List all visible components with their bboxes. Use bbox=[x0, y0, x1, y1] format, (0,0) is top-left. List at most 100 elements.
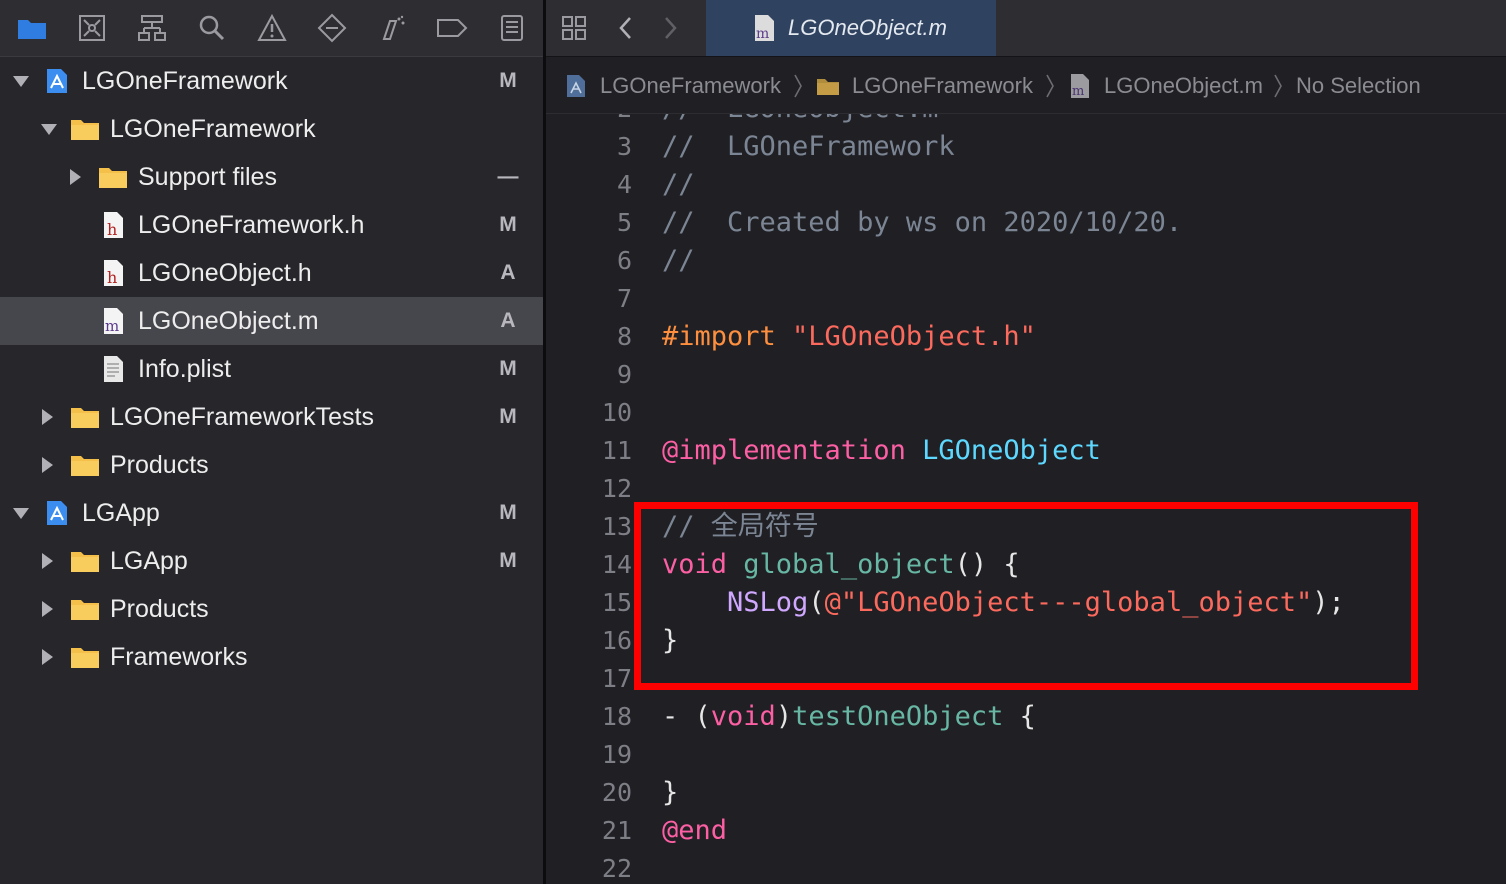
disclosure-expanded-icon[interactable] bbox=[40, 120, 58, 138]
code-text: // bbox=[662, 166, 695, 204]
code-line[interactable]: 8 #import "LGOneObject.h" bbox=[546, 318, 1506, 356]
folder-icon[interactable] bbox=[16, 13, 48, 43]
tree-row-info-plist[interactable]: Info.plist M bbox=[0, 345, 543, 393]
scm-status-badge: A bbox=[500, 261, 516, 284]
code-text: // Created by ws on 2020/10/20. bbox=[662, 204, 1182, 242]
project-navigator: LGOneFramework M LGOneFramework Support … bbox=[0, 0, 543, 884]
code-text: @implementation LGOneObject bbox=[662, 432, 1101, 470]
editor-tab-bar: m LGOneObject.m bbox=[546, 0, 1506, 57]
code-line[interactable]: 22 bbox=[546, 850, 1506, 884]
breadcrumb-item[interactable]: No Selection bbox=[1296, 73, 1421, 99]
code-line[interactable]: 4 // bbox=[546, 166, 1506, 204]
tree-row-project-lgapp[interactable]: LGApp M bbox=[0, 489, 543, 537]
line-number: 21 bbox=[601, 816, 632, 845]
report-icon[interactable] bbox=[496, 13, 528, 43]
line-number: 9 bbox=[616, 360, 632, 389]
source-editor: m LGOneObject.m LGOneFramework LGOneFram… bbox=[546, 0, 1506, 884]
forward-chevron-icon[interactable] bbox=[656, 14, 684, 42]
plist-file-icon bbox=[98, 355, 128, 383]
project-icon bbox=[42, 499, 72, 527]
code-line[interactable]: 5 // Created by ws on 2020/10/20. bbox=[546, 204, 1506, 242]
line-number: 14 bbox=[601, 550, 632, 579]
disclosure-collapsed-icon[interactable] bbox=[38, 456, 56, 474]
code-line[interactable]: 10 bbox=[546, 394, 1506, 432]
tree-row-lgoneframeworktests[interactable]: LGOneFrameworkTests M bbox=[0, 393, 543, 441]
breadcrumb-item[interactable]: LGOneFramework bbox=[852, 73, 1033, 99]
breakpoint-icon[interactable] bbox=[436, 13, 468, 43]
code-line[interactable]: 2 // LGOneObject.m bbox=[546, 114, 1506, 128]
code-line[interactable]: 11 @implementation LGOneObject bbox=[546, 432, 1506, 470]
code-line[interactable]: 9 bbox=[546, 356, 1506, 394]
disclosure-collapsed-icon[interactable] bbox=[38, 648, 56, 666]
code-token: ) bbox=[775, 701, 793, 732]
line-number: 13 bbox=[601, 512, 632, 541]
related-items-icon[interactable] bbox=[560, 14, 588, 42]
code-token: @implementation bbox=[662, 435, 923, 466]
code-line[interactable]: 21 @end bbox=[546, 812, 1506, 850]
back-chevron-icon[interactable] bbox=[612, 14, 640, 42]
tree-row-label: LGOneObject.h bbox=[138, 259, 312, 287]
tree-row-label: LGApp bbox=[110, 547, 188, 575]
test-icon[interactable] bbox=[316, 13, 348, 43]
search-icon[interactable] bbox=[196, 13, 228, 43]
disclosure-expanded-icon[interactable] bbox=[12, 504, 30, 522]
line-number: 6 bbox=[616, 246, 632, 275]
chevron-right-icon bbox=[1272, 71, 1284, 101]
code-token: #import bbox=[662, 321, 793, 352]
disclosure-expanded-icon[interactable] bbox=[12, 72, 30, 90]
tree-row-project-lgoneframework[interactable]: LGOneFramework M bbox=[0, 57, 543, 105]
tree-row-lgoneobject-h[interactable]: h LGOneObject.h A bbox=[0, 249, 543, 297]
code-line[interactable]: 6 // bbox=[546, 242, 1506, 280]
line-number: 20 bbox=[601, 778, 632, 807]
chevron-right-icon bbox=[1044, 71, 1056, 101]
tree-row-label: Products bbox=[110, 595, 209, 623]
warning-icon[interactable] bbox=[256, 13, 288, 43]
folder-icon bbox=[816, 73, 840, 99]
tree-row-lgoneframework-h[interactable]: h LGOneFramework.h M bbox=[0, 201, 543, 249]
tree-row-products[interactable]: Products bbox=[0, 441, 543, 489]
code-token: // Created by ws on 2020/10/20. bbox=[662, 207, 1183, 238]
disclosure-collapsed-icon[interactable] bbox=[38, 408, 56, 426]
disclosure-collapsed-icon[interactable] bbox=[38, 600, 56, 618]
code-line[interactable]: 20} bbox=[546, 774, 1506, 812]
tree-row-frameworks[interactable]: Frameworks bbox=[0, 633, 543, 681]
implementation-file-icon: m bbox=[98, 307, 128, 335]
scm-status-badge: M bbox=[499, 357, 517, 380]
debug-icon[interactable] bbox=[376, 13, 408, 43]
line-number: 16 bbox=[601, 626, 632, 655]
code-area[interactable]: 2 // LGOneObject.m 3 // LGOneFramework 4 // 5 /… bbox=[546, 114, 1506, 884]
code-line[interactable]: 19 bbox=[546, 736, 1506, 774]
hierarchy-icon[interactable] bbox=[136, 13, 168, 43]
svg-text:h: h bbox=[107, 220, 117, 239]
tree-row-lgoneobject-m[interactable]: m LGOneObject.m A bbox=[0, 297, 543, 345]
tree-row-group-lgoneframework[interactable]: LGOneFramework bbox=[0, 105, 543, 153]
disclosure-collapsed-icon[interactable] bbox=[38, 552, 56, 570]
line-number: 11 bbox=[601, 436, 632, 465]
breadcrumb-item[interactable]: LGOneFramework bbox=[600, 73, 781, 99]
folder-icon bbox=[98, 163, 128, 191]
code-line[interactable]: 18 - (void)testOneObject { bbox=[546, 698, 1506, 736]
breadcrumb-item[interactable]: LGOneObject.m bbox=[1104, 73, 1263, 99]
disclosure-collapsed-icon[interactable] bbox=[66, 168, 84, 186]
line-number: 3 bbox=[616, 132, 632, 161]
source-control-icon[interactable] bbox=[76, 13, 108, 43]
jump-bar: LGOneFramework LGOneFramework m LGOneObj… bbox=[546, 57, 1506, 114]
tab-lgoneobject-m[interactable]: m LGOneObject.m bbox=[706, 0, 996, 56]
code-text: // LGOneFramework bbox=[662, 128, 955, 166]
scm-status-badge: A bbox=[500, 309, 516, 332]
code-line[interactable]: 7 bbox=[546, 280, 1506, 318]
tree-row-group-lgapp[interactable]: LGApp M bbox=[0, 537, 543, 585]
implementation-file-icon: m bbox=[1068, 73, 1092, 99]
project-icon bbox=[42, 67, 72, 95]
line-number: 15 bbox=[601, 588, 632, 617]
tree-row-label: LGOneFramework bbox=[82, 67, 288, 95]
code-token: } bbox=[662, 777, 679, 808]
line-number: 22 bbox=[601, 854, 632, 883]
tree-row-products[interactable]: Products bbox=[0, 585, 543, 633]
tree-row-support-files[interactable]: Support files — bbox=[0, 153, 543, 201]
header-file-icon: h bbox=[98, 259, 128, 287]
code-token: // LGOneFramework bbox=[662, 131, 955, 162]
tree-row-label: LGApp bbox=[82, 499, 160, 527]
scm-status-badge: M bbox=[499, 69, 517, 92]
code-line[interactable]: 3 // LGOneFramework bbox=[546, 128, 1506, 166]
